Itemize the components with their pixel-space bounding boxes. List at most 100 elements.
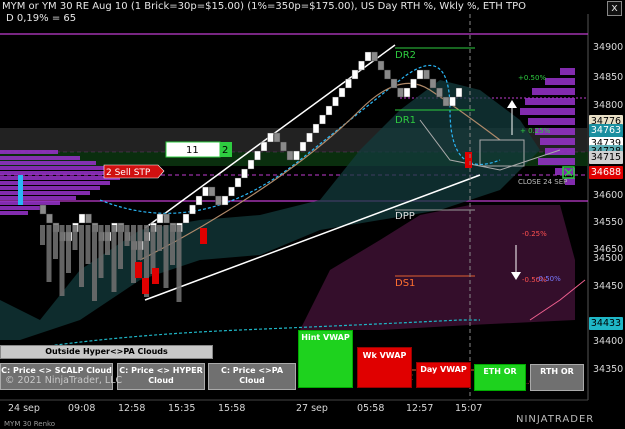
time-label: 15:35 [168,403,196,414]
counter-left: 11 [186,145,199,156]
renko-brick [195,195,203,206]
gray-bar [53,225,58,259]
tpo-profile-bar [532,88,575,95]
chart-window[interactable]: DR2DR1DPPDS1DS21122 Sell STPCLOSE 24 SEP… [0,0,625,429]
red-brick [142,278,149,294]
wk-vwap-button[interactable]: Wk VWAP [357,347,412,388]
price-label: 34800 [593,100,624,111]
eth-or-button[interactable]: ETH OR [474,364,526,391]
price-tag: 34433 [589,317,623,330]
price-label: 34450 [593,281,624,292]
pct-arrow-head [507,100,517,108]
price-tag: 34715 [589,151,623,164]
gray-bar [118,225,123,269]
renko-brick [254,150,261,161]
renko-brick [286,150,294,161]
sell-stop-label: 2 Sell STP [106,168,151,178]
price-hyper-cloud-button[interactable]: C: Price <> HYPER Cloud [117,363,205,390]
renko-brick [306,132,313,143]
gray-bar [59,225,65,296]
renko-brick [384,69,391,80]
renko-brick [234,177,242,188]
renko-brick [436,87,443,98]
tpo-profile-bar [0,161,96,165]
copyright-watermark: © 2021 NinjaTrader, LLC [5,375,123,386]
price-label: 34550 [593,217,624,228]
renko-brick [390,78,398,89]
gray-bar [92,225,97,301]
time-label: 24 sep [8,403,40,414]
price-label: 34350 [593,364,624,375]
tpo-profile-bar [0,186,100,190]
rth-or-button[interactable]: RTH OR [530,364,584,391]
renko-brick [410,78,417,89]
renko-brick [260,141,268,152]
pct-label: -0.25% [522,230,547,238]
gray-bar [170,225,175,265]
gray-bar [40,225,45,245]
renko-brick [182,213,190,224]
time-label: 09:08 [68,403,96,414]
tpo-profile-bar [525,98,575,105]
renko-brick [364,51,372,62]
renko-brick [46,213,53,224]
renko-brick [338,87,346,98]
renko-brick [319,114,326,125]
renko-brick [377,60,385,71]
renko-brick [85,213,92,224]
red-brick [135,262,142,278]
renko-brick [247,159,255,170]
close-icon[interactable]: x [607,1,622,16]
gray-bar [137,225,143,260]
renko-brick [156,213,164,224]
renko-brick [325,105,333,116]
renko-brick [345,78,352,89]
tpo-profile-bar [0,211,28,215]
instrument-footer: MYM 30 Renko [4,420,56,428]
tpo-profile-bar [0,150,58,154]
renko-brick [273,132,281,143]
renko-brick [189,204,196,215]
gray-bar [66,225,71,273]
renko-brick [403,87,411,98]
time-label: 05:58 [357,403,385,414]
red-brick [152,268,159,284]
chart-subtitle: D 0,19% = 65 [6,13,77,24]
renko-brick [228,186,235,197]
price-pa-cloud-button[interactable]: C: Price <>PA Cloud [208,363,296,390]
price-label: 34400 [593,336,624,347]
gray-bar [176,225,182,302]
dpp-label: DPP [395,211,415,222]
price-label: 34600 [593,190,624,201]
renko-brick [371,51,378,62]
time-label: 15:58 [218,403,246,414]
tpo-marker [18,175,23,205]
renko-brick [39,204,47,215]
tpo-profile-bar [540,138,575,145]
tpo-profile-bar [0,171,112,175]
gray-bar [46,225,52,282]
renko-brick [267,132,274,143]
gray-bar [163,225,169,288]
renko-brick [332,96,339,107]
renko-brick [416,69,424,80]
dr2-label: DR2 [395,50,416,61]
close-label: CLOSE 24 SEP [518,178,567,186]
tpo-profile-bar [545,78,575,85]
time-label: 15:07 [455,403,483,414]
renko-brick [299,141,307,152]
renko-brick [351,69,359,80]
day-vwap-button[interactable]: Day VWAP [416,362,471,388]
gray-bar [105,225,110,255]
tpo-profile-bar [0,206,44,210]
renko-brick [215,195,222,206]
outside-hyper-pa-clouds-button[interactable]: Outside Hyper<>PA Clouds [0,345,213,359]
renko-brick [293,150,300,161]
renko-brick [423,69,430,80]
red-brick [200,228,207,244]
tpo-profile-bar [0,166,104,170]
gray-bar [72,225,78,250]
price-tag: 34763 [589,124,623,137]
tpo-profile-bar [520,108,575,115]
hint-vwap-button[interactable]: Hint VWAP [298,330,353,388]
